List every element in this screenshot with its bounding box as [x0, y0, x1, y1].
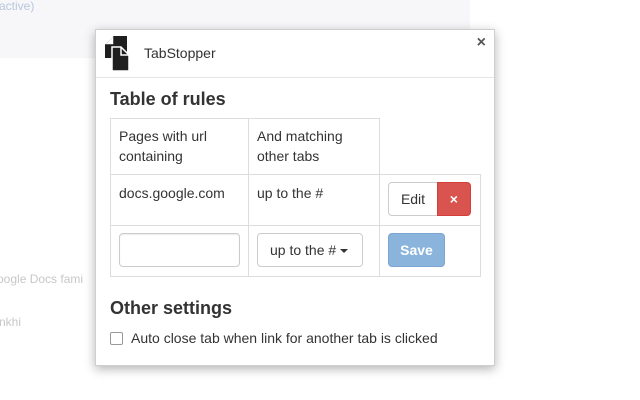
rule-match: up to the # [248, 174, 380, 226]
dialog-header: TabStopper × [96, 30, 494, 78]
rule-url: docs.google.com [110, 174, 249, 226]
auto-close-checkbox[interactable] [110, 331, 123, 345]
background-text-active: active) [0, 0, 35, 13]
new-rule-url-cell [110, 225, 249, 277]
url-input[interactable] [119, 233, 240, 267]
match-dropdown[interactable]: up to the # [257, 233, 363, 267]
new-rule-match-cell: up to the # [248, 225, 380, 277]
tabstopper-dialog: TabStopper × Table of rules Pages with u… [95, 29, 495, 366]
auto-close-label: Auto close tab when link for another tab… [131, 330, 438, 346]
background-text-khi: nkhi [0, 315, 22, 329]
close-icon[interactable]: × [477, 35, 486, 51]
table-row: docs.google.com up to the # Edit × [110, 174, 481, 226]
other-settings-heading: Other settings [110, 298, 233, 318]
delete-button[interactable]: × [436, 182, 471, 216]
rules-heading: Table of rules [110, 89, 226, 109]
rules-table: Pages with url containing And matching o… [110, 118, 481, 277]
chevron-down-icon [340, 249, 349, 254]
background-text-docs: oogle Docs fami [0, 272, 84, 286]
new-rule-row: up to the # Save [110, 225, 481, 277]
dialog-title: TabStopper [144, 45, 216, 61]
documents-icon [105, 36, 135, 72]
column-header-url: Pages with url containing [110, 118, 249, 175]
column-header-match: And matching other tabs [248, 118, 380, 175]
new-rule-actions: Save [379, 225, 481, 277]
edit-button[interactable]: Edit [388, 182, 438, 216]
save-button[interactable]: Save [388, 233, 445, 267]
match-dropdown-value: up to the # [270, 242, 337, 258]
auto-close-setting[interactable]: Auto close tab when link for another tab… [110, 330, 438, 346]
rule-actions: Edit × [379, 174, 481, 226]
column-header-actions [379, 118, 481, 175]
